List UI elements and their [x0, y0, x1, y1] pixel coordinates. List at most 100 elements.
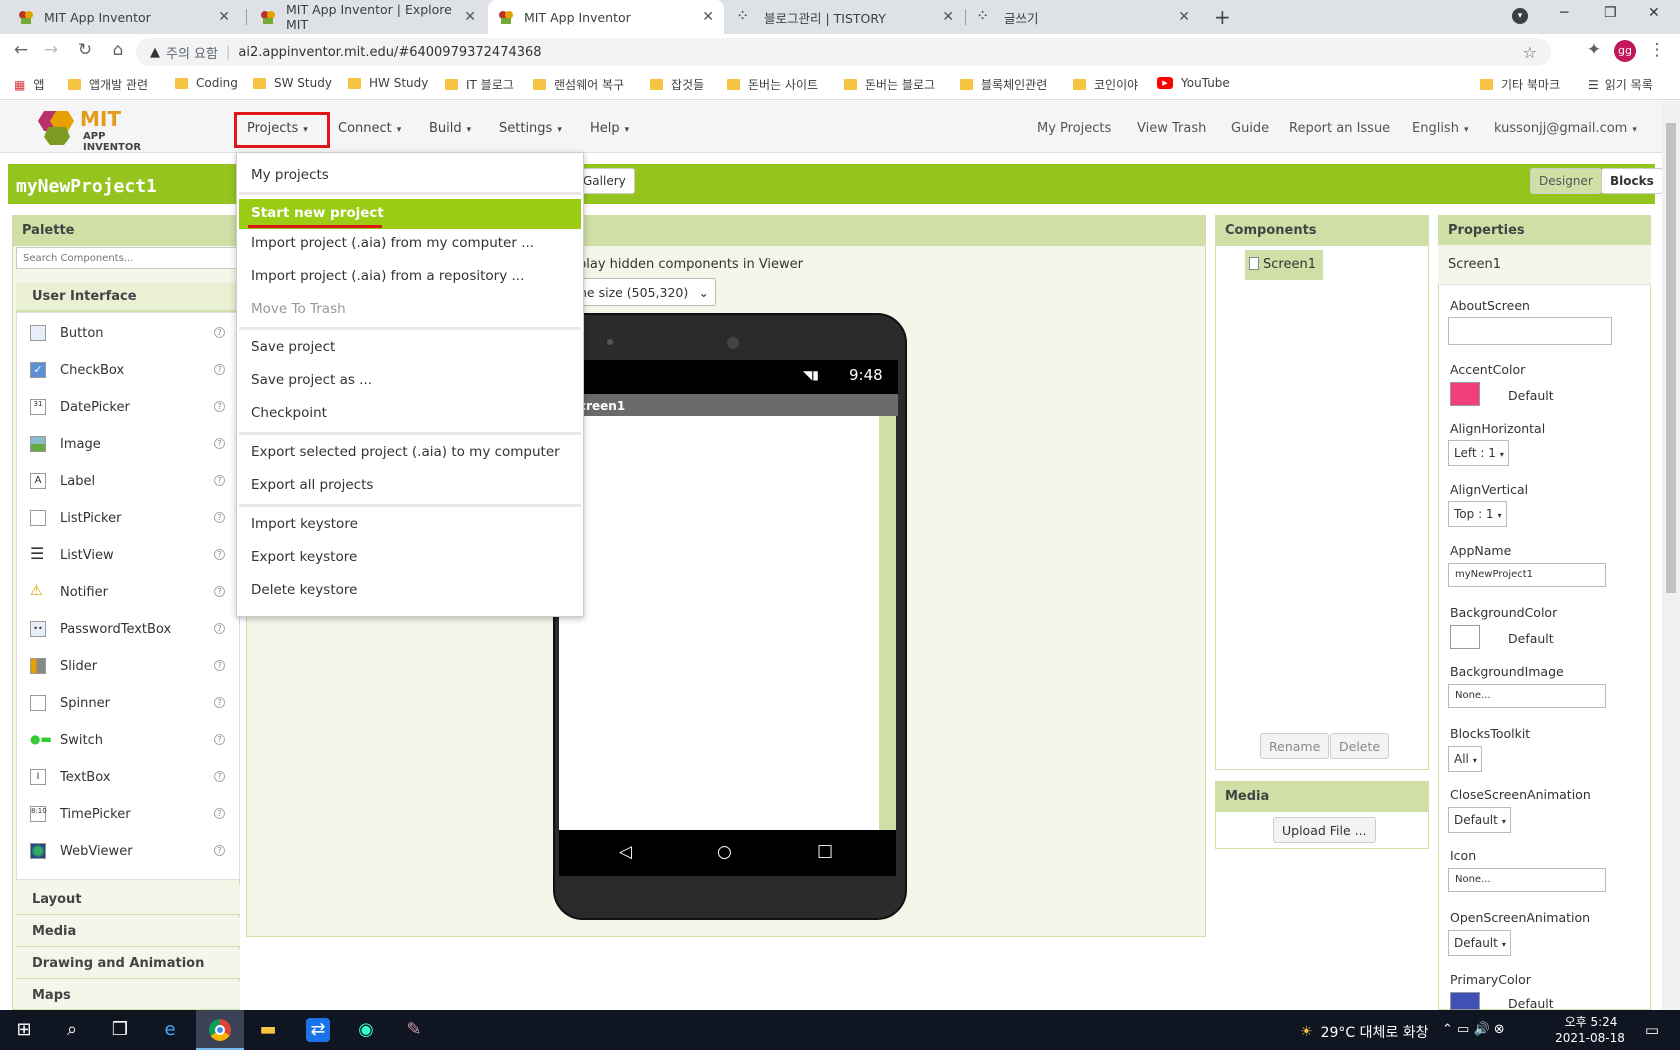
help-icon[interactable]: ? [214, 845, 225, 856]
blocks-button[interactable]: Blocks [1601, 168, 1663, 194]
paint-icon[interactable]: ✎ [402, 1018, 426, 1042]
menu-item-save-project[interactable]: Save project [251, 339, 335, 355]
menu-build[interactable]: Build ▾ [429, 121, 471, 136]
bookmark-folder[interactable]: HW Study [348, 76, 428, 90]
internet-explorer-icon[interactable]: e [158, 1018, 182, 1042]
palette-item-timepicker[interactable]: 8:10 TimePicker [30, 804, 131, 824]
help-icon[interactable]: ? [214, 549, 225, 560]
palette-category-user-interface[interactable]: User Interface [16, 282, 240, 312]
help-icon[interactable]: ? [214, 771, 225, 782]
menu-language[interactable]: English ▾ [1412, 121, 1468, 136]
bookmark-folder[interactable]: 앱개발 관련 [68, 76, 148, 93]
notification-icon[interactable]: ▭ [1640, 1018, 1664, 1042]
menu-item-checkpoint[interactable]: Checkpoint [251, 405, 327, 421]
star-icon[interactable]: ☆ [1523, 43, 1537, 62]
browser-tab[interactable]: ⁘ 블로그관리 | TISTORY ✕ [728, 0, 964, 34]
bookmark-folder[interactable]: Coding [175, 76, 238, 90]
bookmark-folder[interactable]: 랜섬웨어 복구 [533, 76, 624, 93]
upload-file-button[interactable]: Upload File ... [1273, 817, 1376, 843]
palette-search-input[interactable] [16, 247, 240, 269]
palette-item-listview[interactable]: ☰ ListView [30, 545, 114, 565]
link-report-issue[interactable]: Report an Issue [1289, 121, 1390, 136]
help-icon[interactable]: ? [214, 512, 225, 523]
palette-item-slider[interactable]: Slider [30, 656, 97, 676]
prop-openscreenanimation-select[interactable]: Default ▾ [1448, 930, 1511, 956]
prop-closescreenanimation-select[interactable]: Default ▾ [1448, 807, 1511, 833]
menu-item-delete-keystore[interactable]: Delete keystore [251, 582, 357, 598]
palette-item-label[interactable]: A Label [30, 471, 95, 491]
menu-item-export-keystore[interactable]: Export keystore [251, 549, 357, 565]
minimize-icon[interactable]: ─ [1560, 5, 1568, 21]
help-icon[interactable]: ? [214, 623, 225, 634]
menu-item-import-repository[interactable]: Import project (.aia) from a repository … [251, 268, 524, 284]
task-view-icon[interactable]: ❒ [108, 1018, 132, 1042]
help-icon[interactable]: ? [214, 660, 225, 671]
tray-icons[interactable]: ⌃ ▭ 🔊 ⊗ [1442, 1022, 1505, 1037]
bookmark-folder[interactable]: 코인이야 [1073, 76, 1138, 93]
link-guide[interactable]: Guide [1231, 121, 1269, 136]
clock-time[interactable]: 오후 5:24 [1556, 1013, 1626, 1030]
windows-start-icon[interactable]: ⊞ [12, 1018, 36, 1042]
file-explorer-icon[interactable]: ▬ [256, 1018, 280, 1042]
palette-item-notifier[interactable]: ⚠ Notifier [30, 582, 108, 602]
profile-avatar[interactable]: gg [1614, 40, 1636, 62]
delete-button[interactable]: Delete [1330, 733, 1390, 759]
bookmark-folder[interactable]: SW Study [253, 76, 332, 90]
palette-item-button[interactable]: Button [30, 323, 104, 343]
prop-accentcolor-swatch[interactable] [1450, 382, 1480, 406]
menu-item-save-project-as[interactable]: Save project as ... [251, 372, 372, 388]
palette-item-datepicker[interactable]: 31 DatePicker [30, 397, 130, 417]
browser-tab[interactable]: MIT App Inventor | Explore MIT ✕ [250, 0, 486, 34]
browser-tab-active[interactable]: MIT App Inventor ✕ [488, 0, 724, 34]
link-view-trash[interactable]: View Trash [1137, 121, 1206, 136]
help-icon[interactable]: ? [214, 401, 225, 412]
omnibox[interactable]: ▲ 주의 요함 | ai2.appinventor.mit.edu/#64009… [136, 38, 1551, 66]
menu-item-my-projects[interactable]: My projects [251, 167, 329, 183]
menu-item-import-computer[interactable]: Import project (.aia) from my computer .… [251, 235, 534, 251]
menu-help[interactable]: Help ▾ [590, 121, 629, 136]
designer-button[interactable]: Designer [1530, 168, 1602, 194]
weather-widget[interactable]: ☀ 29°C 대체로 화창 [1300, 1022, 1428, 1042]
help-icon[interactable]: ? [214, 438, 225, 449]
palette-item-webviewer[interactable]: WebViewer [30, 841, 133, 861]
palette-item-switch[interactable]: ●▬ Switch [30, 730, 103, 750]
palette-item-checkbox[interactable]: ✓ CheckBox [30, 360, 124, 380]
bookmark-folder[interactable]: 잡것들 [650, 76, 704, 93]
forward-icon[interactable]: → [39, 40, 63, 60]
palette-item-passwordtextbox[interactable]: •• PasswordTextBox [30, 619, 171, 639]
palette-item-image[interactable]: Image [30, 434, 101, 454]
link-my-projects[interactable]: My Projects [1037, 121, 1111, 136]
menu-account[interactable]: kussonjj@gmail.com ▾ [1494, 121, 1637, 136]
bookmark-folder[interactable]: IT 블로그 [445, 76, 514, 93]
prop-icon-input[interactable]: None... [1448, 868, 1606, 892]
bookmark-apps[interactable]: ▦ 앱 [14, 76, 44, 93]
prop-aboutscreen-textarea[interactable] [1448, 317, 1612, 345]
reload-icon[interactable]: ↻ [73, 40, 97, 60]
palette-section-drawing[interactable]: Drawing and Animation [16, 949, 240, 979]
menu-item-export-selected[interactable]: Export selected project (.aia) to my com… [251, 444, 560, 460]
back-icon[interactable]: ← [9, 40, 33, 60]
tab-search-icon[interactable]: ▾ [1512, 8, 1528, 24]
new-tab-icon[interactable]: + [1214, 5, 1231, 29]
close-tab-icon[interactable]: ✕ [942, 9, 954, 25]
home-icon[interactable]: ⌂ [106, 40, 130, 60]
help-icon[interactable]: ? [214, 734, 225, 745]
palette-item-listpicker[interactable]: ListPicker [30, 508, 121, 528]
help-icon[interactable]: ? [214, 364, 225, 375]
menu-item-import-keystore[interactable]: Import keystore [251, 516, 358, 532]
page-scrollbar-thumb[interactable] [1666, 123, 1676, 593]
prop-backgroundcolor-swatch[interactable] [1450, 625, 1480, 649]
close-tab-icon[interactable]: ✕ [702, 9, 714, 25]
prop-alignvertical-select[interactable]: Top : 1 ▾ [1448, 501, 1507, 527]
bookmark-folder[interactable]: 돈버는 블로그 [844, 76, 935, 93]
rename-button[interactable]: Rename [1260, 733, 1330, 759]
reading-list[interactable]: ☰ 읽기 목록 [1588, 76, 1653, 93]
teamviewer-icon[interactable]: ⇄ [306, 1018, 330, 1042]
help-icon[interactable]: ? [214, 586, 225, 597]
help-icon[interactable]: ? [214, 808, 225, 819]
component-tree-screen1[interactable]: Screen1 [1245, 250, 1323, 280]
bookmark-folder[interactable]: 돈버는 사이트 [727, 76, 818, 93]
prop-appname-input[interactable]: myNewProject1 [1448, 563, 1606, 587]
bookmark-folder[interactable]: 블록체인관련 [960, 76, 1047, 93]
help-icon[interactable]: ? [214, 327, 225, 338]
